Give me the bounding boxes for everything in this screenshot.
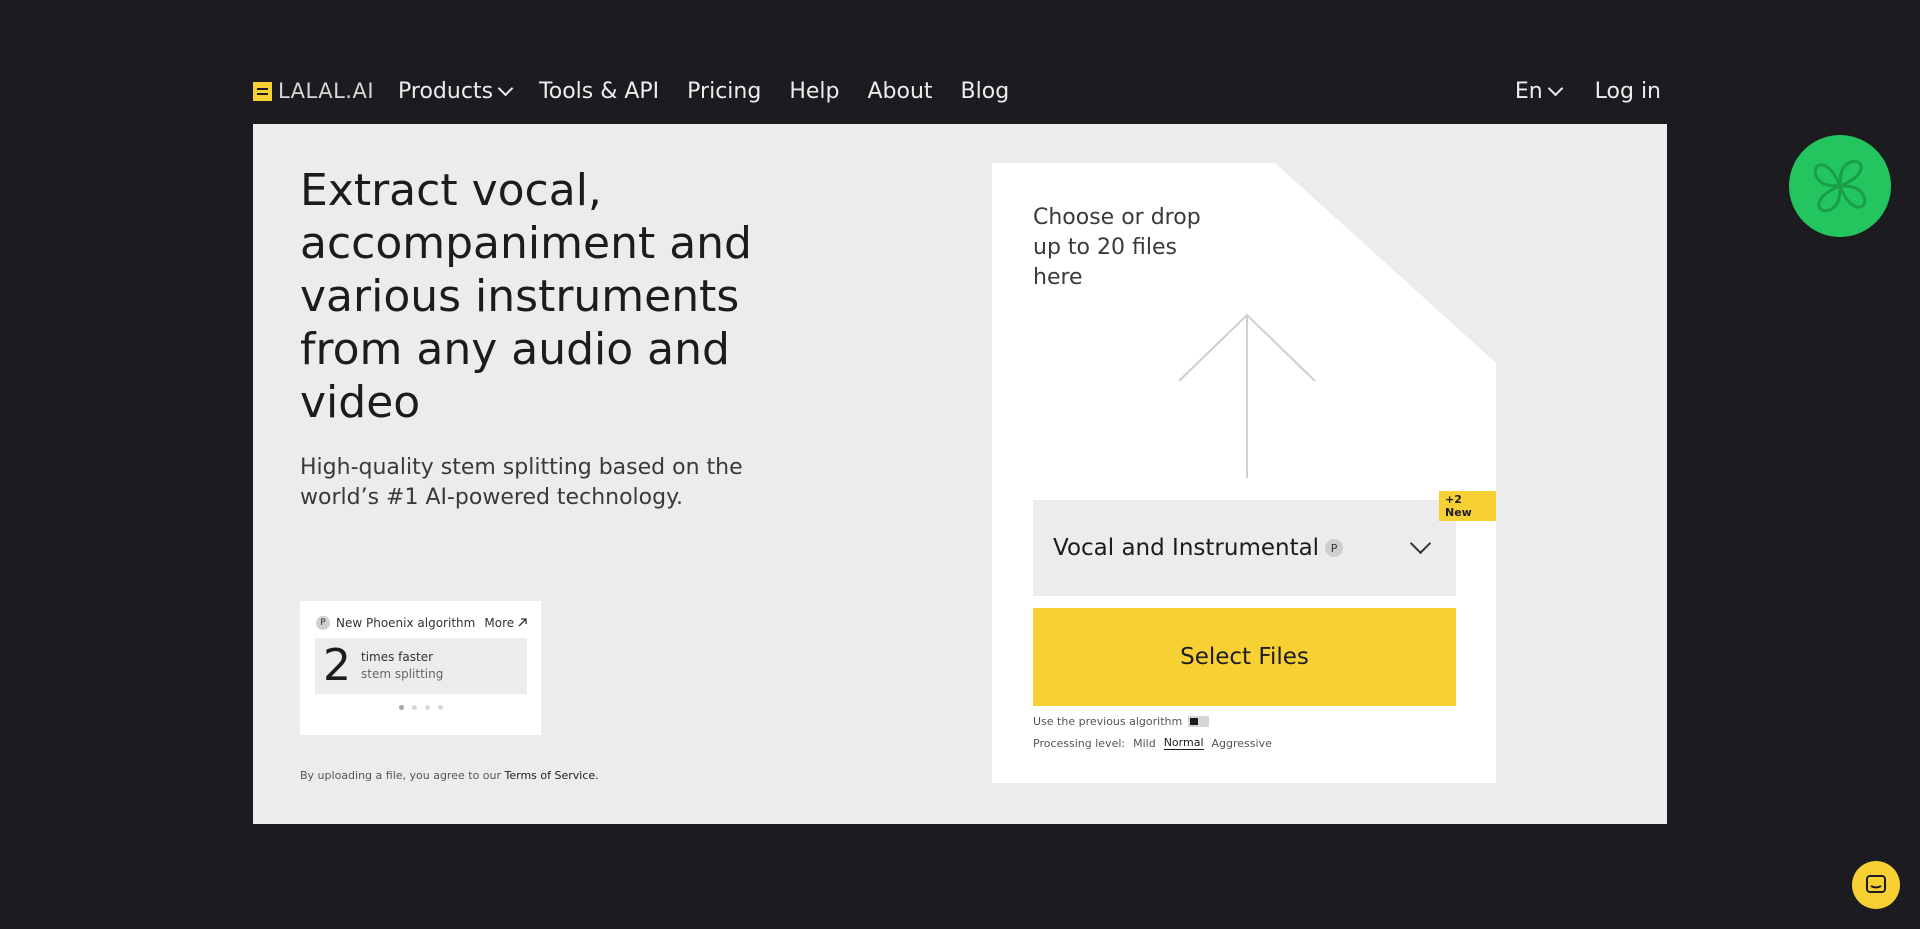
logo-mark-icon [253,81,272,101]
nav-blog[interactable]: Blog [961,79,1010,104]
nav-products-label: Products [398,78,494,104]
carousel-dot[interactable] [424,705,430,710]
new-badge: +2 New [1439,491,1496,521]
logo[interactable]: LALAL.AI [253,79,374,103]
phoenix-icon: P [316,616,330,630]
language-label: En [1514,78,1543,104]
chat-button[interactable] [1852,861,1900,909]
carousel-dot[interactable] [398,705,404,710]
nav-pricing[interactable]: Pricing [687,79,761,104]
sale-sticker-icon[interactable] [1788,134,1892,238]
phoenix-icon: P [1325,539,1344,557]
carousel-dot[interactable] [411,705,417,710]
previous-algorithm-toggle[interactable] [1188,716,1210,727]
top-header: LALAL.AI Products Tools & API Pricing He… [253,70,1661,112]
chevron-down-icon [1547,80,1563,96]
nav-tools-api[interactable]: Tools & API [539,79,659,104]
upload-arrow-icon [1178,313,1316,478]
level-aggressive[interactable]: Aggressive [1212,737,1272,750]
stat-line-1: times faster [361,650,434,664]
chevron-down-icon [497,80,514,96]
processing-level-row: Processing level: Mild Normal Aggressive [1033,736,1272,750]
algorithm-select[interactable]: Vocal and Instrumental P [1033,500,1456,596]
stat-number: 2 [323,640,351,691]
news-stat-box: 2 times faster stem splitting [315,638,527,694]
level-normal[interactable]: Normal [1163,736,1204,750]
previous-algorithm-row: Use the previous algorithm [1033,715,1210,728]
news-card-title: New Phoenix algorithm [336,616,476,630]
arrow-up-right-icon [518,618,527,627]
hero-title: Extract vocal, accompaniment and various… [300,165,752,428]
upload-card[interactable]: Choose or drop up to 20 files here Vocal… [992,163,1496,783]
nav-about[interactable]: About [867,79,932,104]
carousel-dots [300,705,541,710]
news-card: P New Phoenix algorithm More 2 times fas… [300,601,541,735]
level-mild[interactable]: Mild [1133,737,1156,750]
select-files-button[interactable]: Select Files [1033,608,1456,706]
logo-text: LALAL.AI [278,79,375,103]
previous-algorithm-label: Use the previous algorithm [1033,715,1183,728]
hero-subtitle: High-quality stem splitting based on the… [300,455,743,510]
stat-text: times faster stem splitting [361,649,443,683]
main-nav: Products Tools & API Pricing Help About … [398,79,1037,104]
more-label: More [484,616,515,630]
drop-zone-text: Choose or drop up to 20 files here [1033,205,1201,290]
language-selector[interactable]: En [1514,78,1563,104]
terms-notice: By uploading a file, you agree to our Te… [300,769,599,782]
carousel-dot[interactable] [437,705,443,710]
terms-prefix: By uploading a file, you agree to our [300,769,502,782]
chat-icon [1866,875,1886,893]
nav-help[interactable]: Help [789,79,839,104]
more-link[interactable]: More [484,616,527,630]
chevron-down-icon [1409,532,1432,555]
main-panel: Extract vocal, accompaniment and various… [253,124,1667,824]
terms-link[interactable]: Terms of Service. [505,769,599,782]
nav-products[interactable]: Products [398,78,514,104]
stat-line-2: stem splitting [361,667,444,681]
header-right: En Log in [1515,79,1661,104]
login-link[interactable]: Log in [1595,79,1661,104]
algorithm-label: Vocal and Instrumental [1053,535,1320,561]
news-card-header: P New Phoenix algorithm More [300,601,541,630]
processing-level-label: Processing level: [1033,736,1126,750]
